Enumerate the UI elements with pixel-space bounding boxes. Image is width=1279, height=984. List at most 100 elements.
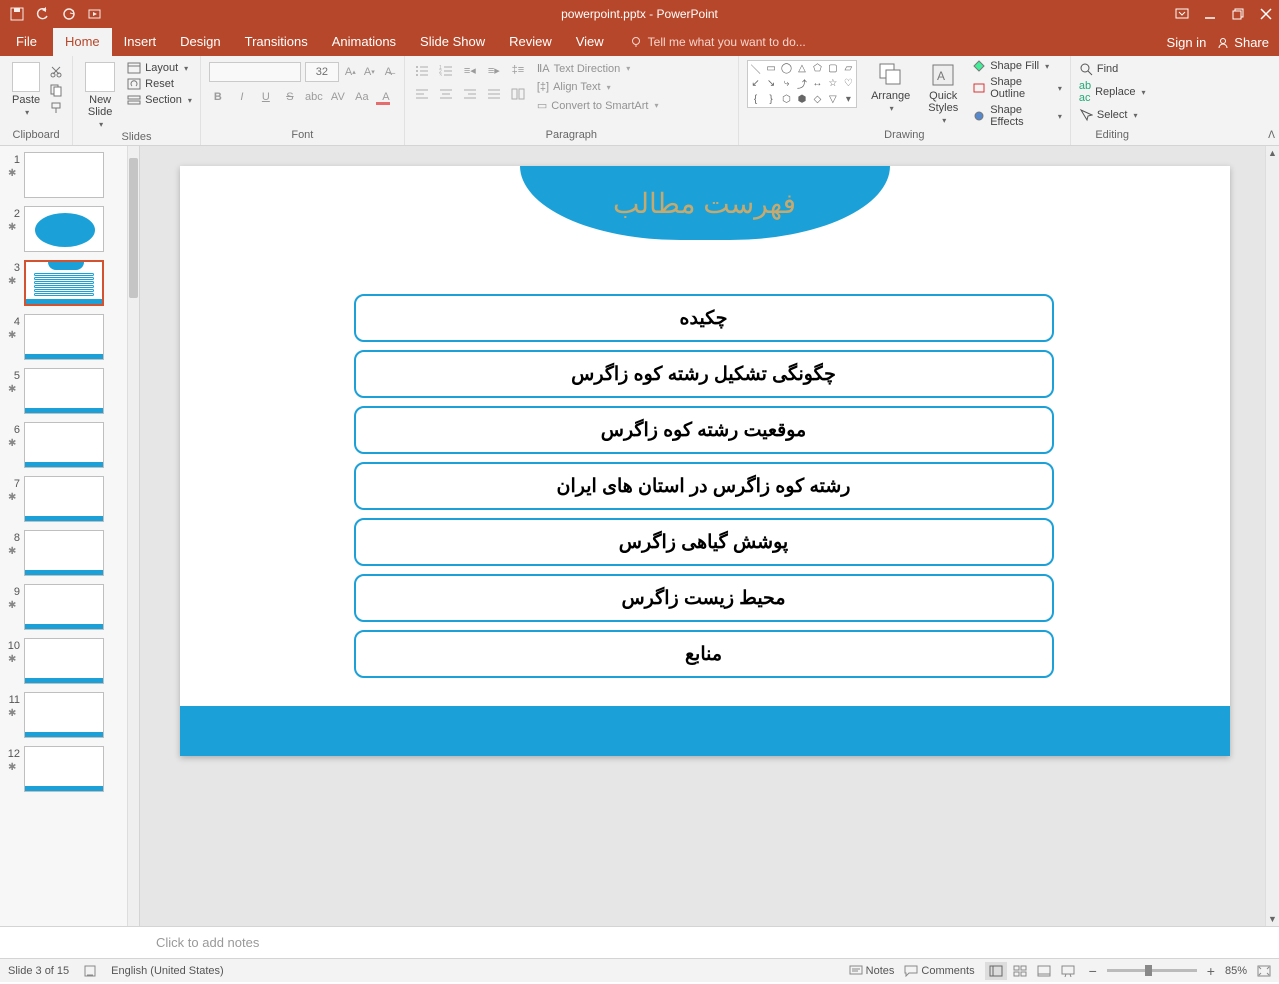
- thumbnails-scrollbar[interactable]: [127, 146, 139, 926]
- align-text-button[interactable]: [‡]Align Text▾: [537, 81, 659, 93]
- character-spacing-button[interactable]: AV: [329, 88, 347, 106]
- reset-button[interactable]: Reset: [127, 78, 192, 90]
- font-size-input[interactable]: [305, 62, 339, 82]
- convert-smartart-button[interactable]: ▭Convert to SmartArt▾: [537, 99, 659, 112]
- save-icon[interactable]: [10, 7, 24, 21]
- comments-toggle[interactable]: Comments: [904, 965, 974, 977]
- thumbnail-slide-6[interactable]: 6✱: [6, 422, 127, 468]
- scroll-down-icon[interactable]: ▼: [1266, 912, 1279, 926]
- normal-view-button[interactable]: [985, 962, 1007, 980]
- format-painter-icon[interactable]: [48, 100, 64, 116]
- thumbnail-slide-3[interactable]: 3✱: [6, 260, 127, 306]
- new-slide-button[interactable]: New Slide▾: [81, 60, 119, 131]
- text-shadow-button[interactable]: abc: [305, 88, 323, 106]
- columns-button[interactable]: [509, 86, 527, 102]
- bold-button[interactable]: B: [209, 88, 227, 106]
- decrease-indent-button[interactable]: ≡◂: [461, 62, 479, 78]
- paste-button[interactable]: Paste▾: [8, 60, 44, 119]
- redo-icon[interactable]: [62, 7, 76, 21]
- zoom-level[interactable]: 85%: [1225, 965, 1247, 977]
- fit-to-window-button[interactable]: [1257, 965, 1271, 977]
- editor-scrollbar[interactable]: ▲ ▼: [1265, 146, 1279, 926]
- thumbnail-slide-12[interactable]: 12✱: [6, 746, 127, 792]
- quick-styles-button[interactable]: A Quick Styles▾: [924, 60, 962, 127]
- thumbnails-list[interactable]: 1✱2✱3✱4✱5✱6✱7✱8✱9✱10✱11✱12✱: [0, 146, 127, 926]
- slide-position[interactable]: Slide 3 of 15: [8, 965, 69, 977]
- sign-in-link[interactable]: Sign in: [1167, 35, 1207, 50]
- zoom-out-button[interactable]: −: [1089, 963, 1097, 979]
- change-case-button[interactable]: Aa: [353, 88, 371, 106]
- slide-sorter-view-button[interactable]: [1009, 962, 1031, 980]
- toc-item-2[interactable]: چگونگی تشکیل رشته کوه زاگرس: [354, 350, 1054, 398]
- slide-canvas[interactable]: فهرست مطالب چکیده چگونگی تشکیل رشته کوه ز…: [180, 166, 1230, 756]
- tab-transitions[interactable]: Transitions: [233, 28, 320, 56]
- tab-design[interactable]: Design: [168, 28, 232, 56]
- decrease-font-icon[interactable]: A▾: [362, 63, 377, 81]
- numbering-button[interactable]: 123: [437, 62, 455, 78]
- tab-view[interactable]: View: [564, 28, 616, 56]
- font-color-button[interactable]: A: [377, 88, 395, 106]
- thumbnail-slide-8[interactable]: 8✱: [6, 530, 127, 576]
- select-button[interactable]: Select▾: [1079, 108, 1146, 122]
- section-button[interactable]: Section▾: [127, 94, 192, 106]
- underline-button[interactable]: U: [257, 88, 275, 106]
- ribbon-display-options-icon[interactable]: [1175, 7, 1189, 21]
- strikethrough-button[interactable]: S: [281, 88, 299, 106]
- spellcheck-icon[interactable]: [83, 964, 97, 978]
- undo-icon[interactable]: [36, 7, 50, 21]
- increase-font-icon[interactable]: A▴: [343, 63, 358, 81]
- arrange-button[interactable]: Arrange▾: [867, 60, 914, 115]
- toc-item-1[interactable]: چکیده: [354, 294, 1054, 342]
- thumbnail-slide-10[interactable]: 10✱: [6, 638, 127, 684]
- thumbnail-slide-5[interactable]: 5✱: [6, 368, 127, 414]
- thumbnail-slide-2[interactable]: 2✱: [6, 206, 127, 252]
- shape-outline-button[interactable]: Shape Outline▾: [972, 76, 1062, 100]
- increase-indent-button[interactable]: ≡▸: [485, 62, 503, 78]
- align-center-button[interactable]: [437, 86, 455, 102]
- restore-icon[interactable]: [1231, 7, 1245, 21]
- tab-home[interactable]: Home: [53, 28, 112, 56]
- zoom-slider[interactable]: [1107, 969, 1197, 972]
- collapse-ribbon-icon[interactable]: ᐱ: [1268, 130, 1275, 141]
- tab-review[interactable]: Review: [497, 28, 564, 56]
- reading-view-button[interactable]: [1033, 962, 1055, 980]
- font-name-input[interactable]: [209, 62, 301, 82]
- text-direction-button[interactable]: ⅡAText Direction▾: [537, 62, 659, 75]
- language-indicator[interactable]: English (United States): [111, 965, 224, 977]
- replace-button[interactable]: abacReplace▾: [1079, 80, 1146, 104]
- start-from-beginning-icon[interactable]: [88, 7, 102, 21]
- thumbnail-slide-9[interactable]: 9✱: [6, 584, 127, 630]
- toc-item-7[interactable]: منابع: [354, 630, 1054, 678]
- shapes-gallery[interactable]: ＼▭◯△⬠▢▱ ↙↘⤷⤴↔☆♡ {}⬡⬢◇▽▾: [747, 60, 857, 108]
- thumbnail-slide-11[interactable]: 11✱: [6, 692, 127, 738]
- align-left-button[interactable]: [413, 86, 431, 102]
- shape-fill-button[interactable]: Shape Fill▾: [972, 60, 1062, 72]
- toc-item-4[interactable]: رشته کوه زاگرس در استان های ایران: [354, 462, 1054, 510]
- close-icon[interactable]: [1259, 7, 1273, 21]
- tab-file[interactable]: File: [0, 28, 53, 56]
- tab-slideshow[interactable]: Slide Show: [408, 28, 497, 56]
- clear-formatting-icon[interactable]: A̶: [381, 63, 396, 81]
- notes-pane[interactable]: Click to add notes: [0, 926, 1279, 958]
- italic-button[interactable]: I: [233, 88, 251, 106]
- layout-button[interactable]: Layout▾: [127, 62, 192, 74]
- thumbnail-slide-4[interactable]: 4✱: [6, 314, 127, 360]
- zoom-in-button[interactable]: +: [1207, 963, 1215, 979]
- bullets-button[interactable]: [413, 62, 431, 78]
- minimize-icon[interactable]: [1203, 7, 1217, 21]
- toc-item-6[interactable]: محیط زیست زاگرس: [354, 574, 1054, 622]
- shape-effects-button[interactable]: Shape Effects▾: [972, 104, 1062, 128]
- notes-toggle[interactable]: Notes: [849, 965, 895, 977]
- tab-animations[interactable]: Animations: [320, 28, 408, 56]
- slideshow-view-button[interactable]: [1057, 962, 1079, 980]
- align-right-button[interactable]: [461, 86, 479, 102]
- tell-me-search[interactable]: Tell me what you want to do...: [622, 29, 814, 56]
- thumbnail-slide-1[interactable]: 1✱: [6, 152, 127, 198]
- toc-item-3[interactable]: موقعیت رشته کوه زاگرس: [354, 406, 1054, 454]
- scroll-up-icon[interactable]: ▲: [1266, 146, 1279, 160]
- find-button[interactable]: Find: [1079, 62, 1146, 76]
- line-spacing-button[interactable]: ‡≡: [509, 62, 527, 78]
- slide-title-shape[interactable]: فهرست مطالب: [520, 166, 890, 240]
- tab-insert[interactable]: Insert: [112, 28, 169, 56]
- cut-icon[interactable]: [48, 64, 64, 80]
